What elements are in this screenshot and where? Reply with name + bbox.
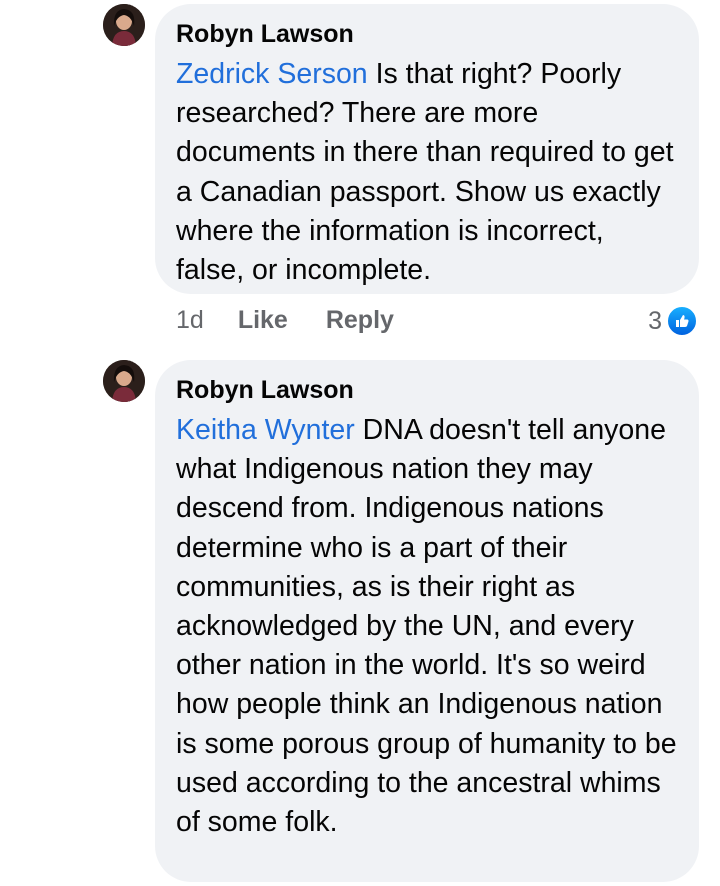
comment-actions: 1d Like Reply xyxy=(176,300,432,340)
reply-button[interactable]: Reply xyxy=(326,306,394,335)
comment-author[interactable]: Robyn Lawson xyxy=(176,19,679,49)
comment-bubble: Robyn Lawson Zedrick Serson Is that righ… xyxy=(155,4,699,294)
reaction-count: 3 xyxy=(648,306,662,335)
comment-text: Keitha Wynter DNA doesn't tell anyone wh… xyxy=(176,411,679,842)
mention-link[interactable]: Keitha Wynter xyxy=(176,414,355,446)
comment-body: Is that right? Poorly researched? There … xyxy=(176,58,674,287)
like-thumb-icon xyxy=(666,305,698,337)
avatar[interactable] xyxy=(103,4,145,46)
comment-author[interactable]: Robyn Lawson xyxy=(176,375,679,405)
reaction-summary[interactable]: 3 xyxy=(648,305,698,337)
comment-text: Zedrick Serson Is that right? Poorly res… xyxy=(176,55,679,290)
comment-timestamp[interactable]: 1d xyxy=(176,306,204,335)
like-button[interactable]: Like xyxy=(238,306,288,335)
comment-body: DNA doesn't tell anyone what Indigenous … xyxy=(176,414,677,839)
comment-bubble: Robyn Lawson Keitha Wynter DNA doesn't t… xyxy=(155,360,699,882)
avatar[interactable] xyxy=(103,360,145,402)
mention-link[interactable]: Zedrick Serson xyxy=(176,58,368,90)
